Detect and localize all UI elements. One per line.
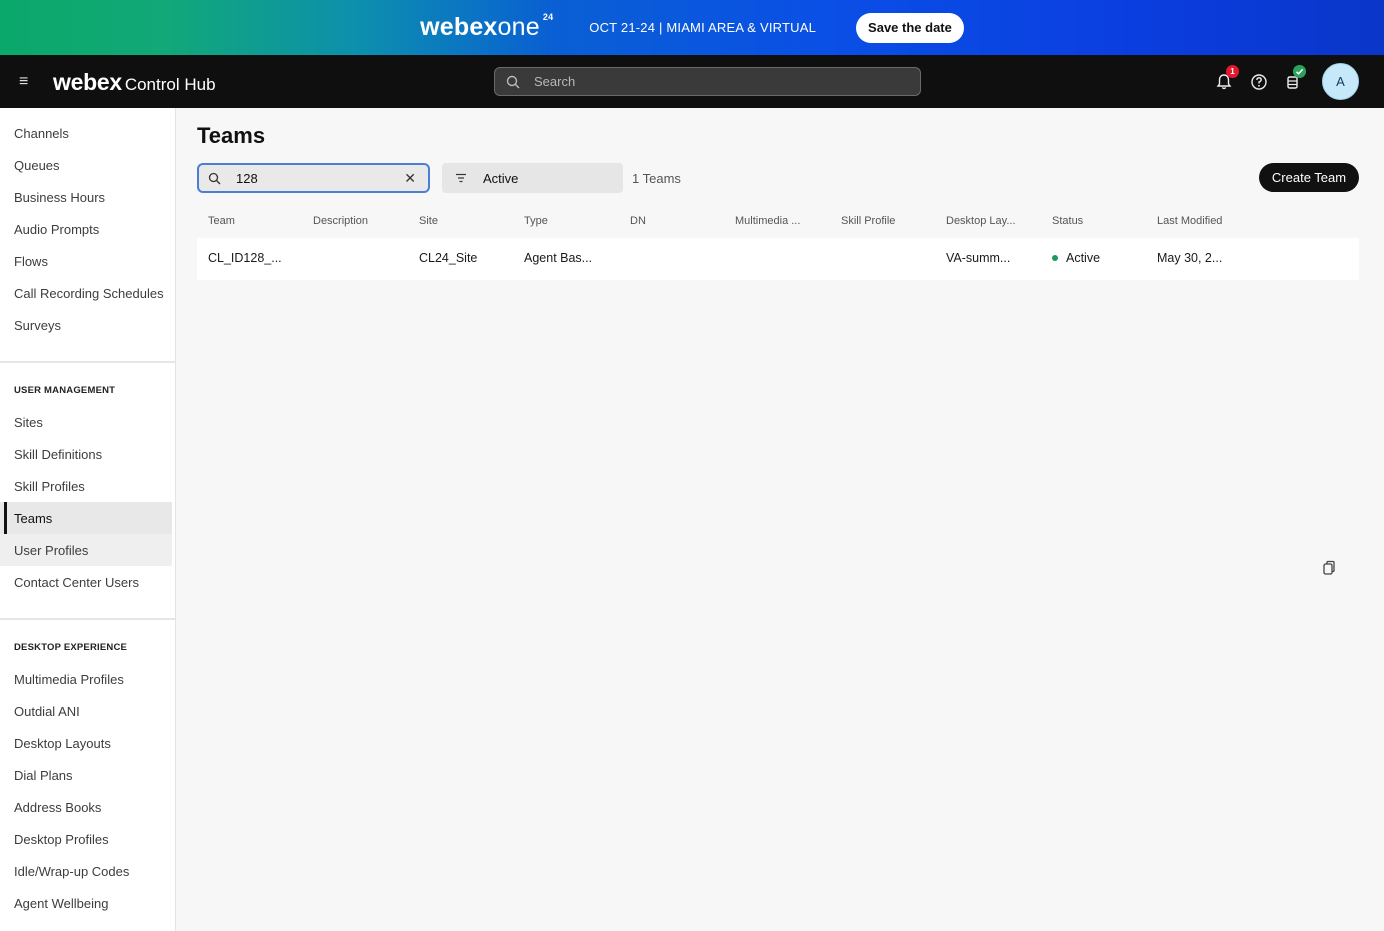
create-team-button[interactable]: Create Team [1259, 163, 1359, 192]
sidebar-item-contact-center-users[interactable]: Contact Center Users [0, 566, 172, 598]
sidebar-item-surveys[interactable]: Surveys [0, 309, 172, 341]
sidebar-item-flows[interactable]: Flows [0, 245, 172, 277]
cell-status: Active [1052, 251, 1100, 265]
sidebar-item-sites[interactable]: Sites [0, 406, 172, 438]
search-icon [208, 172, 221, 184]
section-heading-user-management: USER MANAGEMENT [14, 385, 116, 396]
sidebar-navigation: Channels Queues Business Hours Audio Pro… [0, 108, 176, 931]
column-header-type[interactable]: Type [524, 215, 548, 227]
sidebar-divider [0, 618, 175, 620]
copy-icon[interactable] [1322, 560, 1336, 576]
sidebar-divider [0, 361, 175, 363]
search-placeholder: Search [534, 74, 576, 89]
cell-type: Agent Bas... [524, 251, 593, 265]
sidebar-item-idle-wrap-up-codes[interactable]: Idle/Wrap-up Codes [0, 855, 172, 887]
product-logo: webex Control Hub [53, 69, 216, 95]
sidebar-item-desktop-profiles[interactable]: Desktop Profiles [0, 823, 172, 855]
page-title: Teams [197, 123, 266, 148]
webexone-logo: webexone 24 [420, 11, 554, 41]
search-value: 128 [236, 170, 258, 186]
event-info: OCT 21-24 | MIAMI AREA & VIRTUAL [589, 20, 817, 35]
status-label: Active [1066, 251, 1101, 265]
global-search-input[interactable]: Search [494, 67, 921, 96]
status-dot-icon [1052, 255, 1058, 261]
help-icon[interactable] [1249, 72, 1269, 92]
column-header-dn[interactable]: DN [630, 215, 646, 227]
sidebar-item-multimedia-profiles[interactable]: Multimedia Profiles [0, 663, 172, 695]
cell-site: CL24_Site [419, 251, 478, 265]
column-header-status[interactable]: Status [1052, 215, 1083, 227]
sidebar-item-teams[interactable]: Teams [0, 502, 172, 534]
column-header-skill-profile[interactable]: Skill Profile [841, 215, 895, 227]
table-header: Team Description Site Type DN Multimedia… [197, 212, 1359, 234]
column-header-site[interactable]: Site [419, 215, 438, 227]
sidebar-item-address-books[interactable]: Address Books [0, 791, 172, 823]
sidebar-item-user-profiles[interactable]: User Profiles [0, 534, 172, 566]
sidebar-item-call-recording-schedules[interactable]: Call Recording Schedules [0, 277, 172, 309]
check-badge-icon [1293, 65, 1306, 78]
sidebar-item-audio-prompts[interactable]: Audio Prompts [0, 213, 172, 245]
sidebar-item-channels[interactable]: Channels [0, 117, 172, 149]
filter-icon [456, 173, 466, 183]
promo-banner: webexone 24 OCT 21-24 | MIAMI AREA & VIRT… [0, 0, 1384, 55]
sidebar-item-skill-definitions[interactable]: Skill Definitions [0, 438, 172, 470]
column-header-desktop-layout[interactable]: Desktop Lay... [946, 215, 1016, 227]
status-filter-dropdown[interactable]: Active [442, 163, 623, 193]
search-icon [506, 75, 520, 88]
sidebar-item-agent-wellbeing[interactable]: Agent Wellbeing [0, 887, 172, 919]
table-row[interactable]: CL_ID128_... CL24_Site Agent Bas... VA-s… [197, 238, 1359, 280]
menu-icon[interactable]: ≡ [19, 73, 28, 91]
section-heading-desktop-experience: DESKTOP EXPERIENCE [14, 642, 128, 653]
top-navigation-bar: ≡ webex Control Hub Search 1 A [0, 55, 1384, 108]
cell-desktop-layout: VA-summ... [946, 251, 1011, 265]
sidebar-item-skill-profiles[interactable]: Skill Profiles [0, 470, 172, 502]
sidebar-item-outdial-ani[interactable]: Outdial ANI [0, 695, 172, 727]
result-count: 1 Teams [632, 171, 681, 186]
main-content: Teams 128 ✕ Active 1 Teams Create Team T… [176, 108, 1384, 931]
user-avatar[interactable]: A [1322, 63, 1359, 100]
sidebar-item-desktop-layouts[interactable]: Desktop Layouts [0, 727, 172, 759]
column-header-description[interactable]: Description [313, 215, 368, 227]
status-filter-value: Active [483, 170, 519, 186]
column-header-last-modified[interactable]: Last Modified [1157, 215, 1222, 227]
cell-team: CL_ID128_... [208, 251, 282, 265]
sidebar-item-business-hours[interactable]: Business Hours [0, 181, 172, 213]
cell-last-modified: May 30, 2... [1157, 251, 1223, 265]
sidebar-item-dial-plans[interactable]: Dial Plans [0, 759, 172, 791]
save-the-date-button[interactable]: Save the date [856, 12, 964, 43]
column-header-multimedia[interactable]: Multimedia ... [735, 215, 800, 227]
sidebar-item-queues[interactable]: Queues [0, 149, 172, 181]
column-header-team[interactable]: Team [208, 215, 235, 227]
clear-search-icon[interactable]: ✕ [404, 170, 416, 187]
teams-search-input[interactable]: 128 ✕ [197, 163, 430, 193]
notification-badge: 1 [1226, 65, 1239, 78]
